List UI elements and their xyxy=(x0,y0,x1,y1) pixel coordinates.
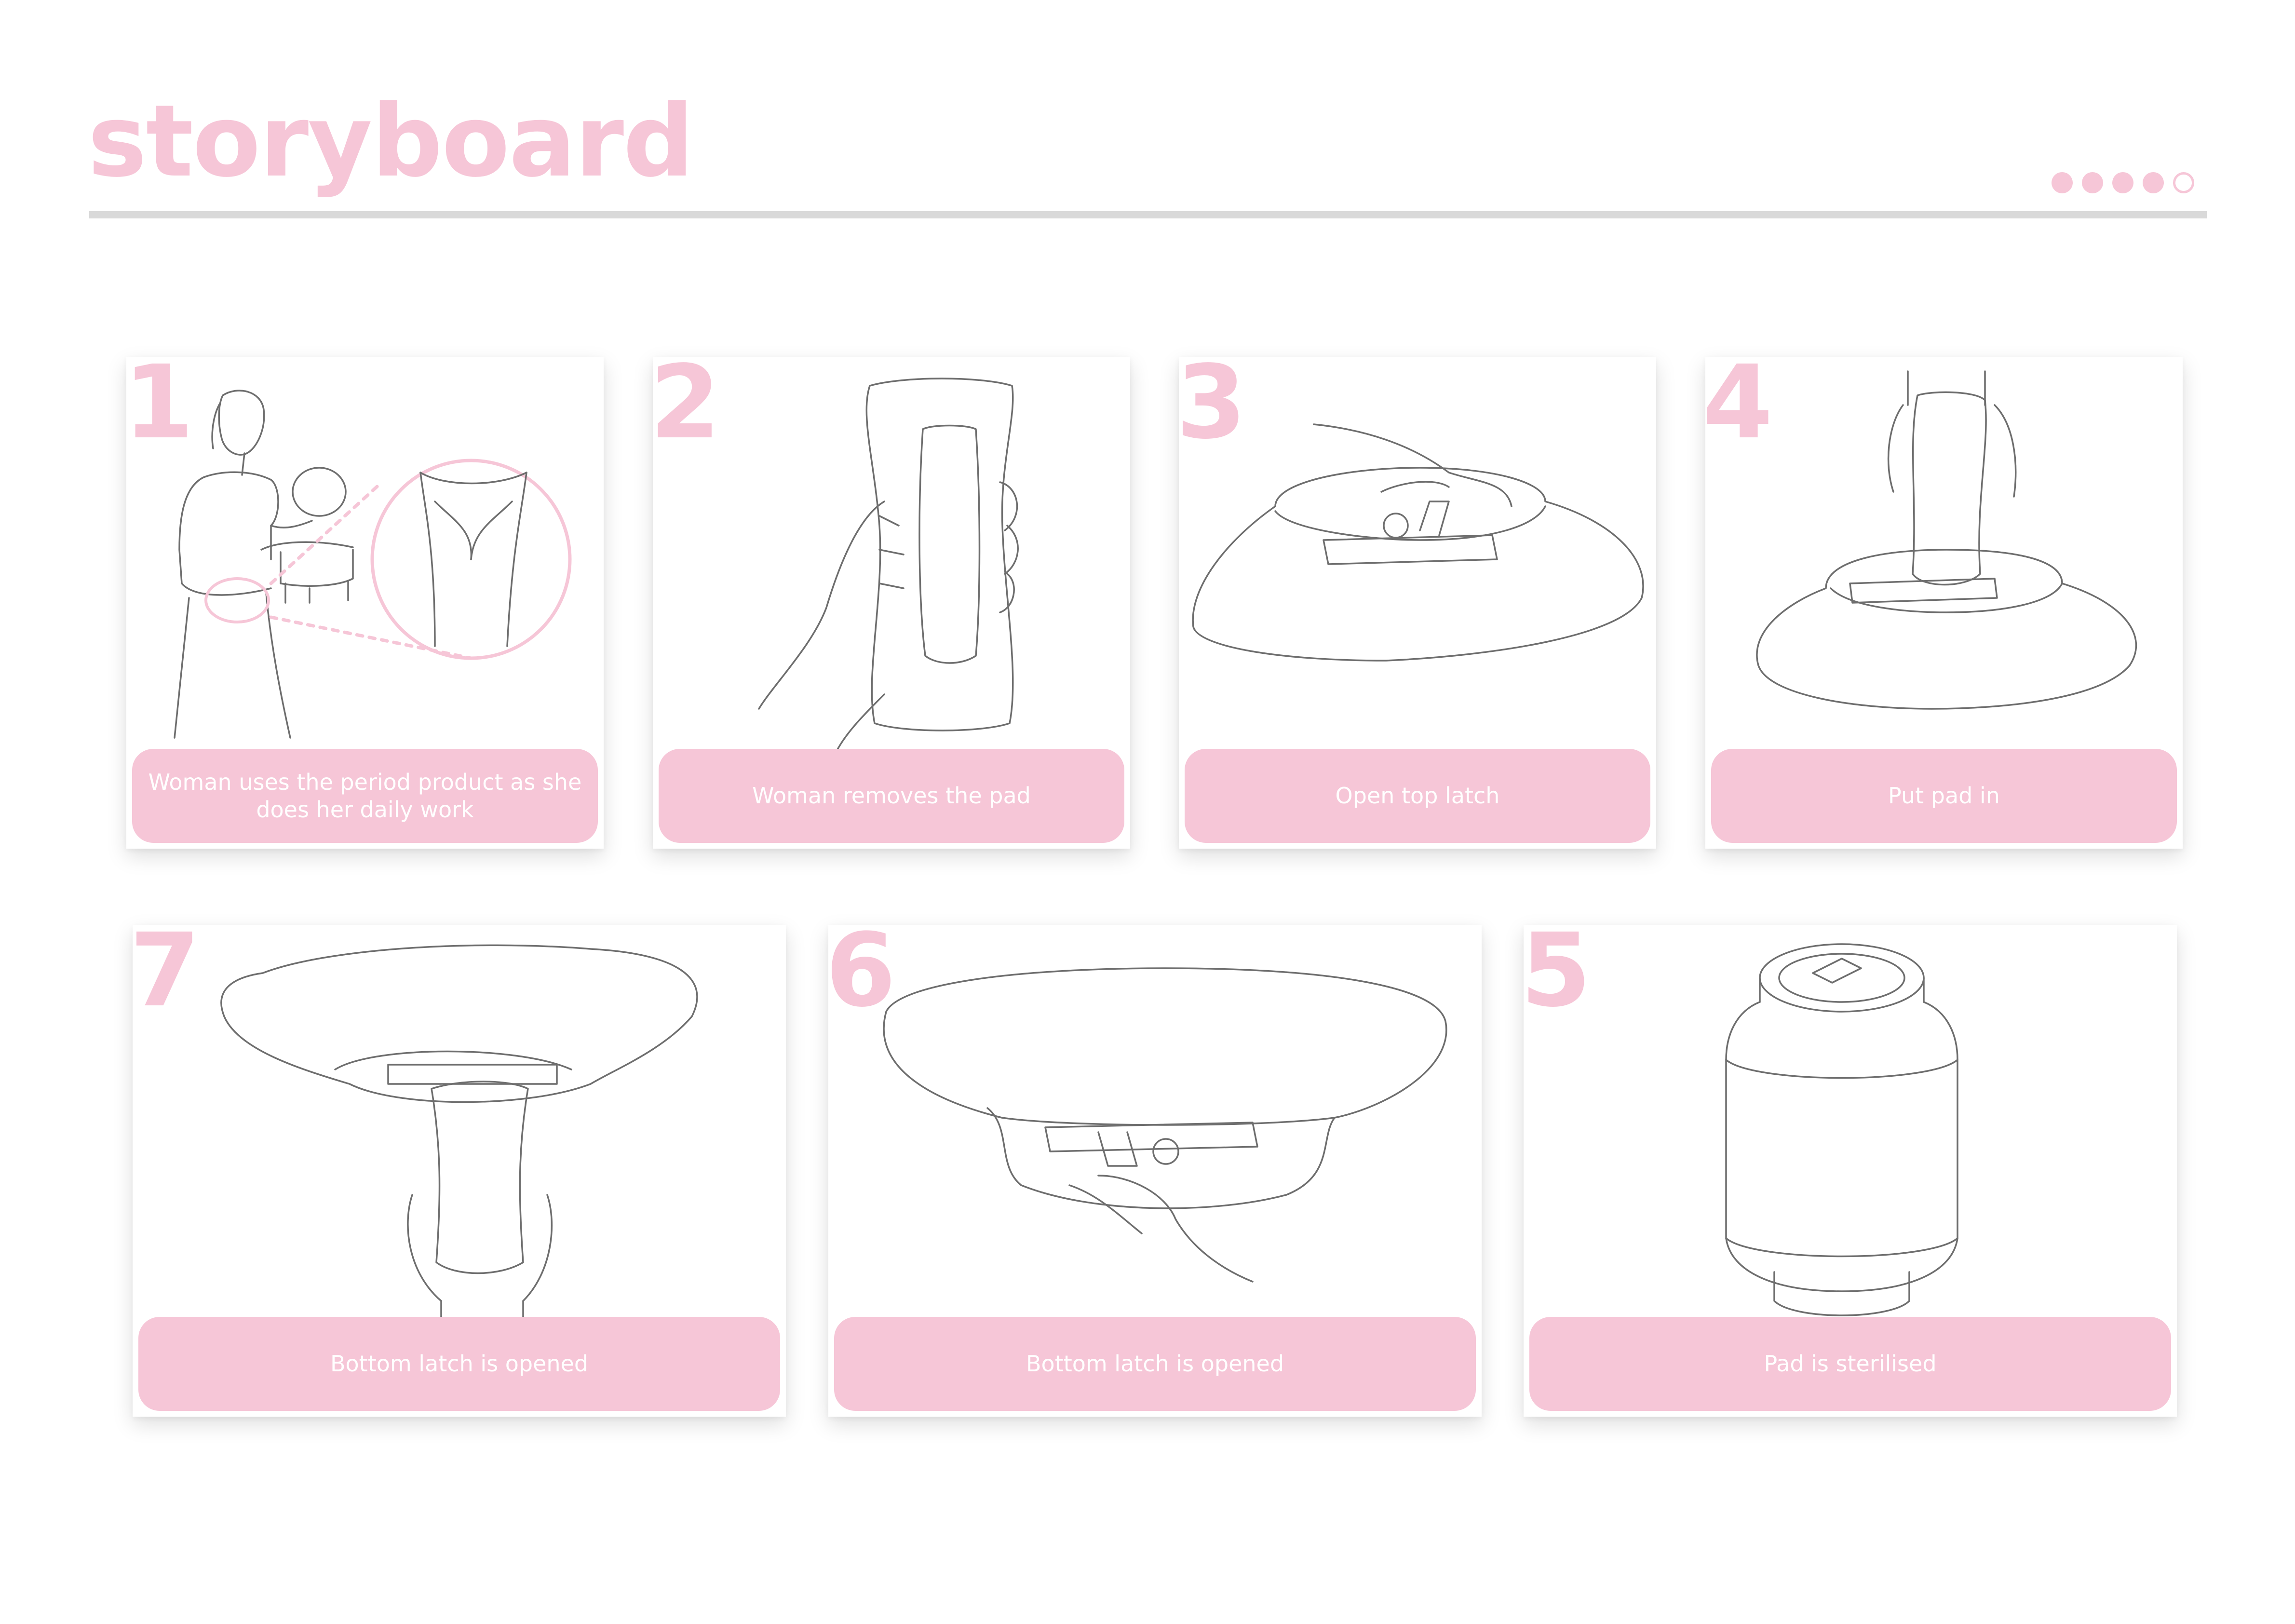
panel-number: 1 xyxy=(126,357,194,461)
panel-caption-text: Bottom latch is opened xyxy=(1026,1351,1284,1377)
panel-caption-text: Woman removes the pad xyxy=(752,783,1031,809)
storyboard-panel-2: 2 Woman removes the pad xyxy=(653,357,1130,849)
storyboard-panel-1: 1 Woman uses the period product as she d… xyxy=(126,357,604,849)
storyboard-panel-5: 5 Pad is sterilised xyxy=(1524,925,2177,1417)
panel-caption: Bottom latch is opened xyxy=(834,1317,1476,1411)
storyboard-panel-3: 3 Open top latch xyxy=(1179,357,1656,849)
panel-caption-text: Bottom latch is opened xyxy=(330,1351,589,1377)
panel-number: 3 xyxy=(1179,357,1247,461)
panel-number: 2 xyxy=(653,357,721,461)
panel-caption: Woman uses the period product as she doe… xyxy=(132,749,598,843)
storyboard-panel-7: 7 Bottom latch is opened xyxy=(133,925,786,1417)
progress-dot-filled xyxy=(2082,172,2103,193)
panel-number: 7 xyxy=(133,925,201,1029)
progress-dot-filled xyxy=(2143,172,2164,193)
panel-number: 5 xyxy=(1524,925,1592,1029)
progress-dots xyxy=(2052,172,2194,193)
storyboard-panel-6: 6 Bottom latch is opened xyxy=(828,925,1482,1417)
panel-caption-text: Open top latch xyxy=(1335,783,1500,809)
storyboard-panel-4: 4 Put pad in xyxy=(1705,357,2183,849)
panel-caption-text: Woman uses the period product as she doe… xyxy=(148,769,582,823)
panel-number: 4 xyxy=(1705,357,1773,461)
panel-caption: Pad is sterilised xyxy=(1529,1317,2171,1411)
progress-dot-filled xyxy=(2112,172,2133,193)
panel-caption: Woman removes the pad xyxy=(659,749,1124,843)
panel-caption: Put pad in xyxy=(1711,749,2177,843)
panel-caption: Open top latch xyxy=(1185,749,1650,843)
progress-dot-empty xyxy=(2173,172,2194,193)
panel-caption-text: Pad is sterilised xyxy=(1764,1351,1937,1377)
panel-caption-text: Put pad in xyxy=(1888,783,2000,809)
title-divider xyxy=(89,211,2207,218)
page-title: storyboard xyxy=(88,83,694,199)
panel-caption: Bottom latch is opened xyxy=(138,1317,780,1411)
panel-number: 6 xyxy=(828,925,896,1029)
progress-dot-filled xyxy=(2052,172,2073,193)
